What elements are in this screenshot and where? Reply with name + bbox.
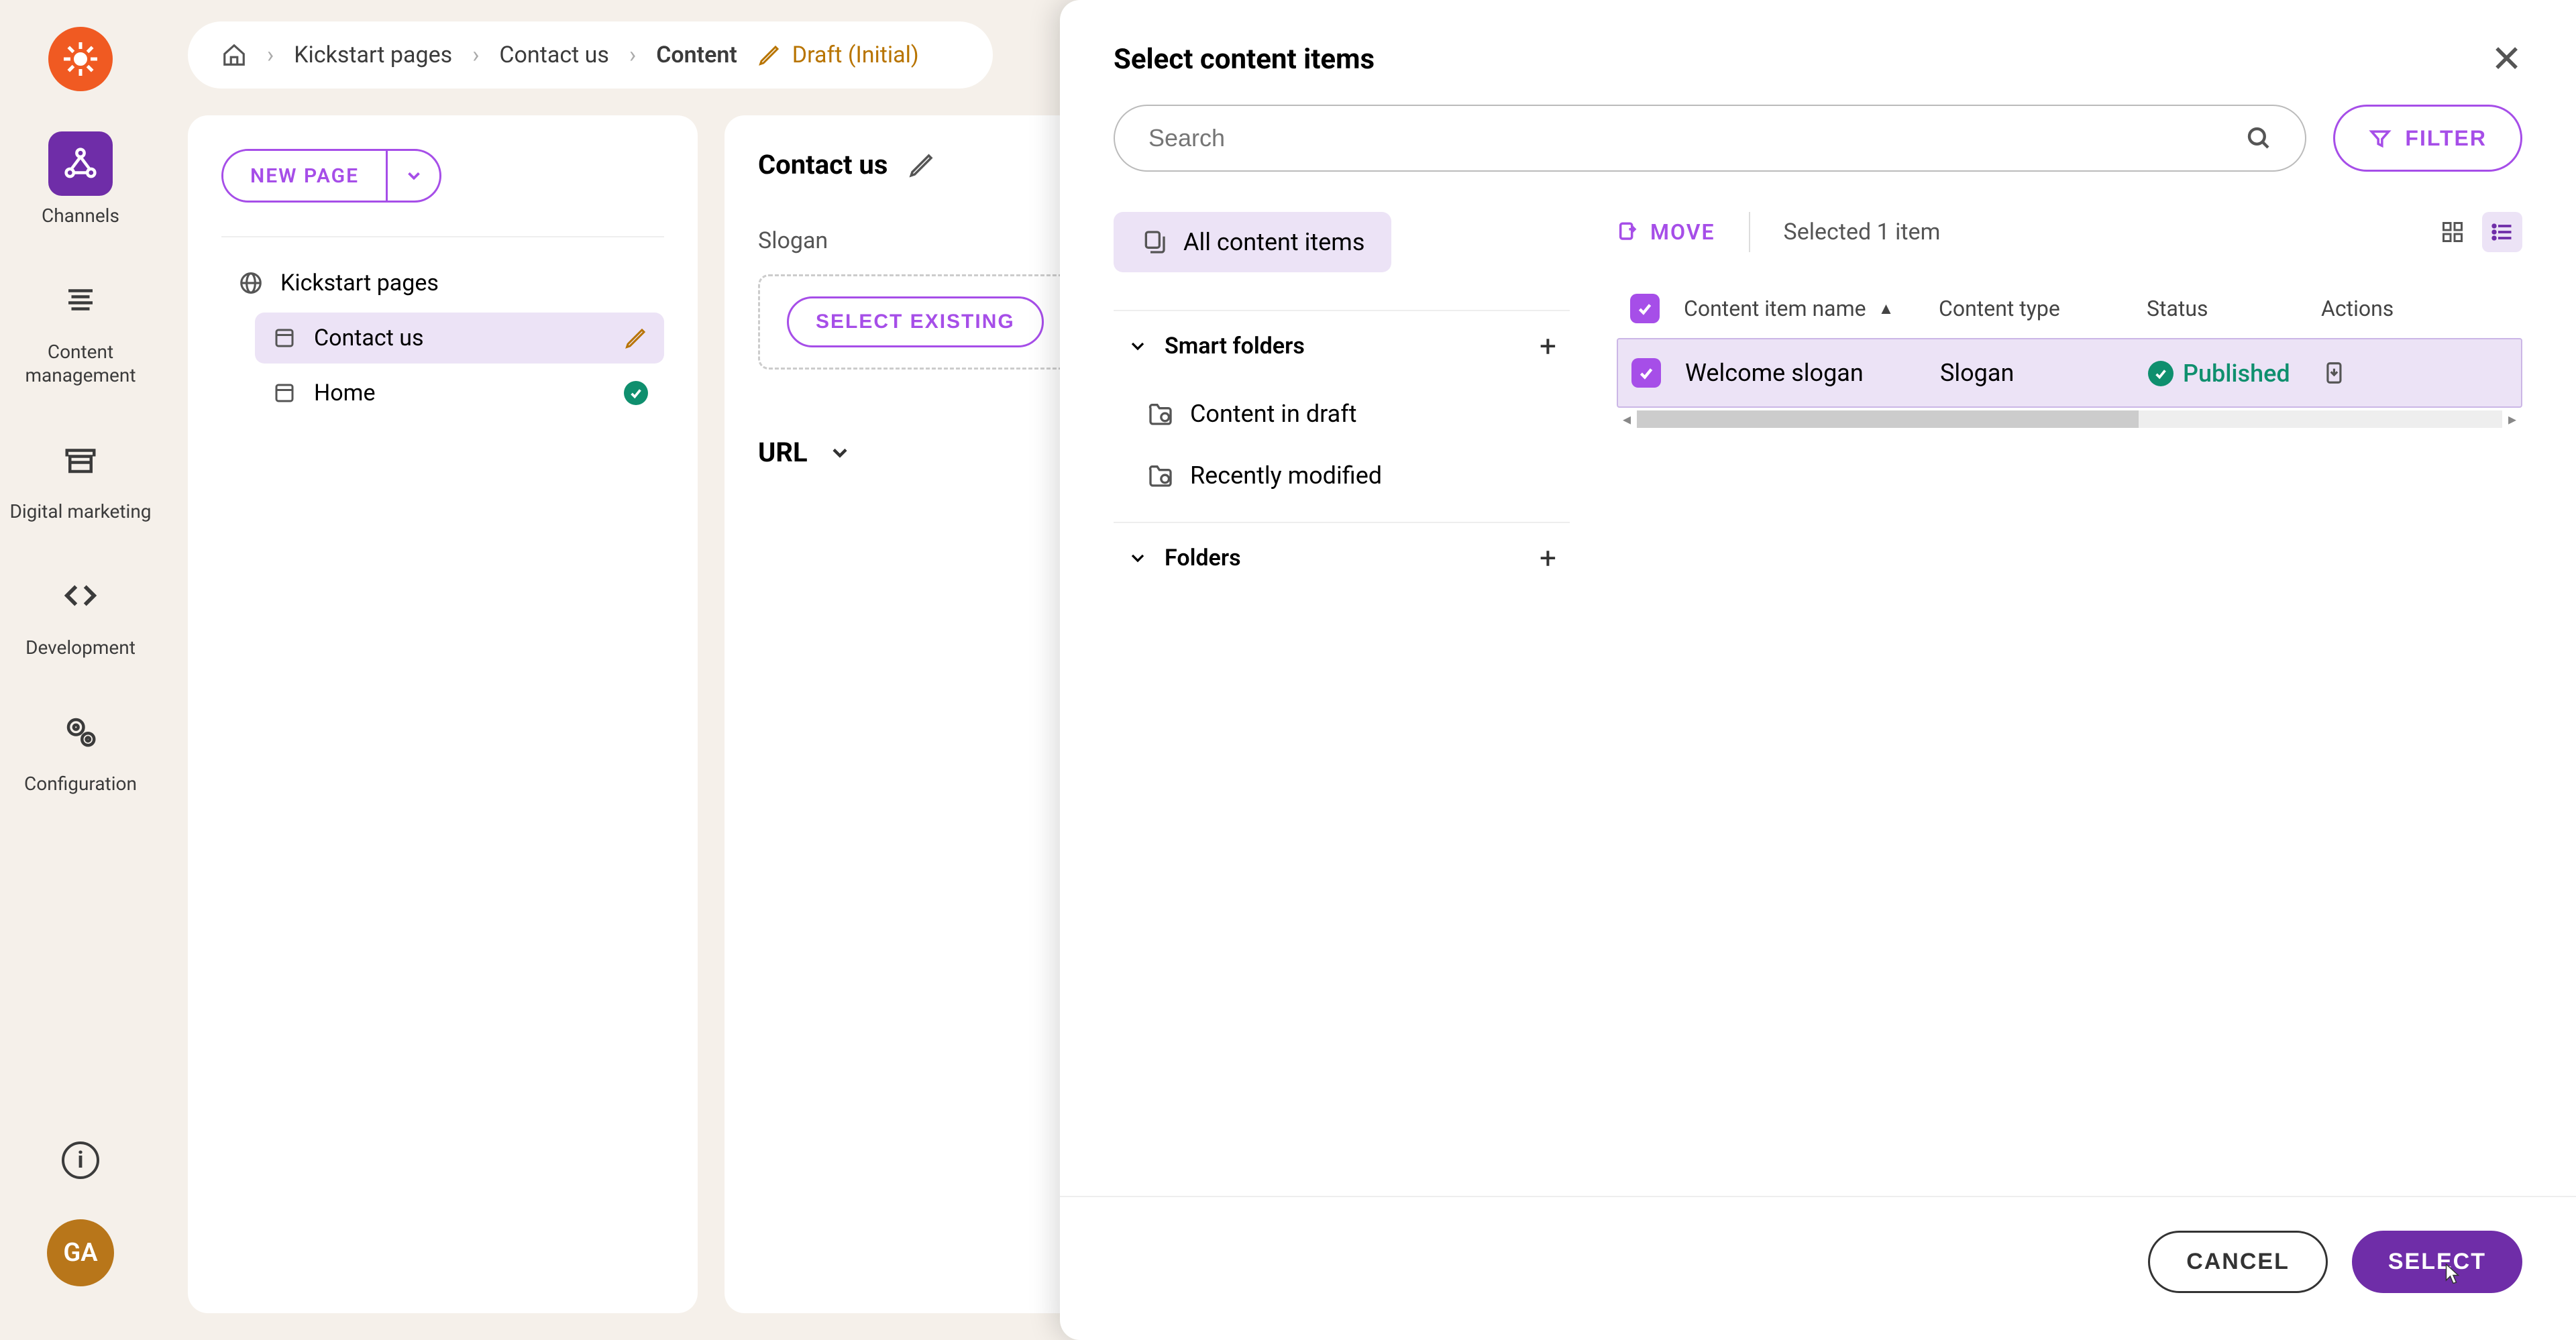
select-all-checkbox[interactable]: [1630, 294, 1660, 323]
breadcrumb-separator: ›: [267, 42, 274, 68]
nav-development-label: Development: [25, 636, 136, 659]
search-icon[interactable]: [2245, 124, 2273, 152]
sort-asc-icon: ▲: [1878, 299, 1894, 319]
breadcrumb-section[interactable]: Content: [656, 42, 737, 68]
nav-configuration-label: Configuration: [24, 772, 137, 795]
search-input[interactable]: [1114, 105, 2306, 172]
page-title: Contact us: [758, 149, 888, 180]
column-header-name[interactable]: Content item name ▲: [1684, 296, 1939, 321]
edit-title-icon[interactable]: [908, 151, 936, 179]
row-name: Welcome slogan: [1685, 359, 1940, 387]
smart-folder-recently-modified[interactable]: Recently modified: [1114, 447, 1570, 504]
scroll-thumb[interactable]: [1637, 410, 2139, 428]
folder-clock-icon: [1147, 462, 1174, 489]
move-button[interactable]: MOVE: [1617, 219, 1715, 245]
stack-icon: [1140, 229, 1167, 256]
tree-root-label: Kickstart pages: [280, 270, 439, 296]
nav-channels-label: Channels: [42, 204, 119, 227]
page-icon: [271, 325, 298, 351]
column-header-type[interactable]: Content type: [1939, 296, 2147, 321]
close-icon[interactable]: ✕: [2491, 40, 2522, 78]
user-avatar[interactable]: GA: [47, 1219, 114, 1286]
info-icon[interactable]: i: [62, 1141, 99, 1179]
app-logo-icon: [48, 27, 113, 91]
modal-sidebar: All content items Smart folders + Conten…: [1114, 212, 1570, 1196]
breadcrumb: › Kickstart pages › Contact us › Content…: [188, 21, 993, 89]
table-row[interactable]: Welcome slogan Slogan Published: [1617, 338, 2522, 408]
page-icon: [271, 380, 298, 406]
chevron-down-icon: [1127, 335, 1148, 357]
tree-root[interactable]: Kickstart pages: [221, 258, 664, 309]
breadcrumb-root[interactable]: Kickstart pages: [294, 42, 452, 68]
move-icon: [1617, 221, 1640, 243]
pencil-icon: [757, 43, 782, 67]
nav-digital-marketing[interactable]: Digital marketing: [9, 427, 151, 523]
home-icon[interactable]: [221, 42, 247, 68]
chevron-down-icon: [1127, 547, 1148, 569]
development-icon: [48, 563, 113, 628]
select-content-modal: Select content items ✕ FILTER: [1060, 0, 2576, 1340]
page-tree-panel: NEW PAGE Kickstart pages: [188, 115, 698, 1313]
scroll-right-icon[interactable]: ▸: [2502, 410, 2522, 429]
breadcrumb-status: Draft (Initial): [757, 42, 919, 68]
chevron-down-icon: [404, 166, 424, 186]
edit-pencil-icon[interactable]: [624, 326, 648, 350]
nav-marketing-label: Digital marketing: [9, 500, 151, 523]
select-existing-button[interactable]: SELECT EXISTING: [787, 296, 1044, 347]
tree-item-home[interactable]: Home: [255, 368, 664, 418]
breadcrumb-page[interactable]: Contact us: [499, 42, 609, 68]
column-header-actions: Actions: [2321, 296, 2509, 321]
status-badge: Published: [2148, 359, 2290, 388]
nav-channels[interactable]: Channels: [42, 131, 119, 227]
nav-rail: Channels Content management: [0, 0, 161, 1340]
nav-content-label: Content management: [0, 340, 161, 387]
tree-item-contact-us[interactable]: Contact us: [255, 313, 664, 364]
nav-development[interactable]: Development: [25, 563, 136, 659]
content-icon: [48, 268, 113, 332]
modal-title: Select content items: [1114, 43, 1375, 76]
select-button[interactable]: SELECT: [2352, 1231, 2522, 1293]
check-icon: [2148, 361, 2174, 386]
new-page-button[interactable]: NEW PAGE: [223, 151, 386, 201]
view-grid-button[interactable]: [2432, 212, 2473, 252]
row-action-icon[interactable]: [2322, 360, 2508, 386]
tree-item-label: Home: [314, 380, 376, 406]
horizontal-scrollbar[interactable]: ◂ ▸: [1617, 408, 2522, 431]
separator: [1749, 212, 1750, 252]
nav-content-management[interactable]: Content management: [0, 268, 161, 387]
tree-item-label: Contact us: [314, 325, 424, 351]
breadcrumb-separator: ›: [629, 42, 636, 68]
view-list-button[interactable]: [2482, 212, 2522, 252]
cancel-button[interactable]: CANCEL: [2148, 1231, 2328, 1293]
smart-folder-content-in-draft[interactable]: Content in draft: [1114, 385, 1570, 443]
url-label: URL: [758, 437, 808, 468]
row-checkbox[interactable]: [1631, 358, 1661, 388]
scroll-left-icon[interactable]: ◂: [1617, 410, 1637, 429]
all-content-items-button[interactable]: All content items: [1114, 212, 1391, 272]
folder-clock-icon: [1147, 400, 1174, 427]
new-page-button-group: NEW PAGE: [221, 149, 441, 203]
configuration-icon: [48, 700, 113, 764]
new-page-dropdown[interactable]: [386, 151, 439, 201]
filter-icon: [2369, 127, 2392, 150]
breadcrumb-separator: ›: [472, 42, 479, 68]
nav-configuration[interactable]: Configuration: [24, 700, 137, 795]
channels-icon: [48, 131, 113, 196]
globe-icon: [237, 270, 264, 296]
add-folder-icon[interactable]: +: [1540, 541, 1556, 575]
column-header-status[interactable]: Status: [2147, 296, 2321, 321]
row-type: Slogan: [1940, 359, 2148, 387]
published-check-icon: [624, 381, 648, 405]
selected-count: Selected 1 item: [1784, 219, 1941, 245]
add-smart-folder-icon[interactable]: +: [1540, 329, 1556, 364]
table-header: Content item name ▲ Content type Status …: [1617, 279, 2522, 338]
marketing-icon: [48, 427, 113, 492]
chevron-down-icon: [828, 441, 852, 465]
filter-button[interactable]: FILTER: [2333, 105, 2522, 172]
modal-content-list: MOVE Selected 1 item: [1617, 212, 2522, 1196]
folders-header[interactable]: Folders +: [1114, 522, 1570, 593]
smart-folders-header[interactable]: Smart folders +: [1114, 310, 1570, 381]
